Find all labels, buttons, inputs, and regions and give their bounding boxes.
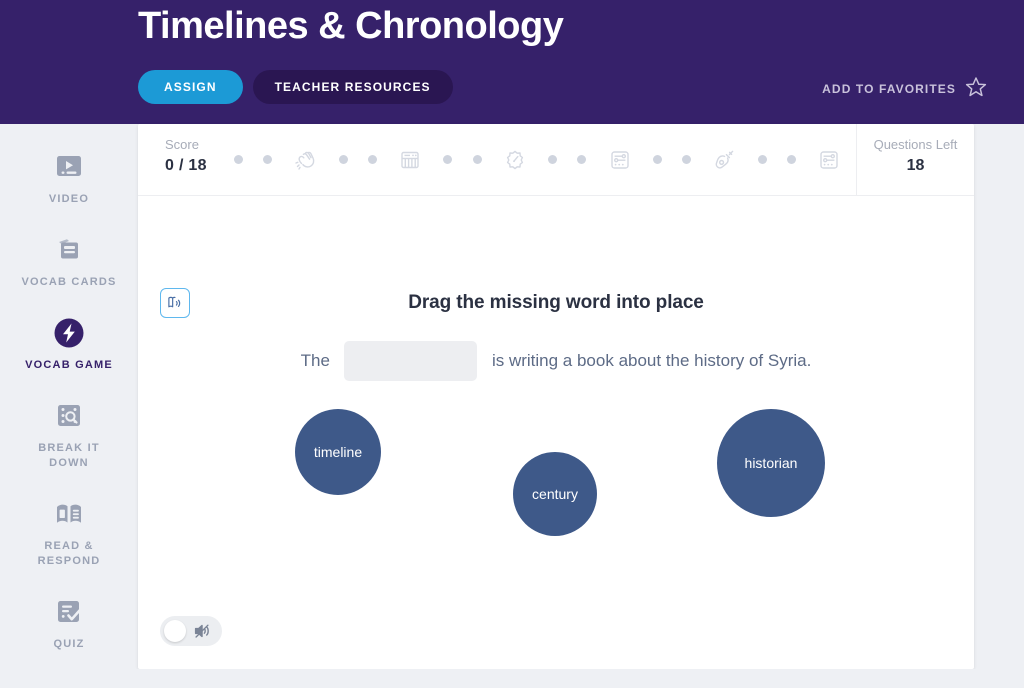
soundboard-icon <box>607 147 633 173</box>
progress-dot <box>577 155 587 164</box>
sentence-prefix: The <box>300 351 330 370</box>
guitar-icon <box>711 147 737 173</box>
progress-track <box>230 124 856 195</box>
lightning-bolt-icon <box>52 316 86 350</box>
game-body: Drag the missing word into place The is … <box>138 196 974 668</box>
questions-left-box: Questions Left 18 <box>856 124 974 195</box>
progress-dot <box>757 155 767 164</box>
assign-button[interactable]: ASSIGN <box>138 70 243 104</box>
stopwatch-icon <box>502 147 528 173</box>
video-icon <box>52 150 86 184</box>
progress-dot <box>367 155 377 164</box>
sidebar-item-break-it-down-label: BREAK IT DOWN <box>38 442 100 469</box>
page-title: Timelines & Chronology <box>138 5 564 47</box>
sidebar-item-video[interactable]: VIDEO <box>0 150 138 207</box>
sidebar-item-quiz[interactable]: QUIZ <box>0 595 138 652</box>
sidebar-item-read-and-respond-label: READ & RESPOND <box>37 540 101 567</box>
progress-dot <box>443 155 453 164</box>
star-icon <box>965 76 987 102</box>
game-prompt: Drag the missing word into place <box>408 292 704 313</box>
magnifier-grid-icon <box>52 399 86 433</box>
progress-dot <box>472 155 482 164</box>
progress-dot <box>786 155 796 164</box>
bottom-strip <box>0 669 1024 688</box>
vocab-cards-icon <box>52 233 86 267</box>
sentence-suffix: is writing a book about the history of S… <box>491 351 812 370</box>
audio-toggle[interactable] <box>160 616 222 646</box>
app-root: Timelines & Chronology ASSIGN TEACHER RE… <box>0 0 1024 688</box>
word-bubble-timeline[interactable]: timeline <box>295 409 381 495</box>
progress-dot <box>234 155 243 164</box>
progress-dot <box>263 155 273 164</box>
soundboard-icon <box>816 147 842 173</box>
word-bubble-label: century <box>532 486 578 502</box>
clapping-hands-icon <box>292 147 318 173</box>
word-bubble-historian[interactable]: historian <box>717 409 825 517</box>
progress-dot <box>548 155 558 164</box>
sidebar-item-video-label: VIDEO <box>48 193 90 205</box>
progress-dot <box>652 155 662 164</box>
sidebar-item-vocab-game-label: VOCAB GAME <box>25 359 113 371</box>
score-label: Score <box>165 137 199 152</box>
add-to-favorites-button[interactable]: ADD TO FAVORITES <box>822 76 987 102</box>
score-box: Score 0 / 18 <box>138 124 230 195</box>
sidebar-item-vocab-cards-label: VOCAB CARDS <box>21 276 117 288</box>
sidebar-item-vocab-game[interactable]: VOCAB GAME <box>0 316 138 373</box>
questions-left-label: Questions Left <box>873 137 958 152</box>
progress-dot <box>338 155 348 164</box>
sidebar-item-quiz-label: QUIZ <box>53 638 85 650</box>
toggle-knob <box>164 620 186 642</box>
teacher-resources-button[interactable]: TEACHER RESOURCES <box>252 70 453 104</box>
progress-dot <box>682 155 692 164</box>
sidebar-item-read-and-respond[interactable]: READ & RESPOND <box>0 497 138 569</box>
word-bubble-label: timeline <box>313 444 363 460</box>
sidebar-item-break-it-down[interactable]: BREAK IT DOWN <box>0 399 138 471</box>
checklist-icon <box>52 595 86 629</box>
activity-card: Score 0 / 18 Questions Left 18 Drag the … <box>138 124 974 669</box>
header-button-row: ASSIGN TEACHER RESOURCES <box>138 70 453 104</box>
keyboard-piano-icon <box>397 147 423 173</box>
speaker-mute-icon <box>192 621 212 641</box>
word-bubble-label: historian <box>744 455 798 471</box>
left-sidebar: VIDEO VOCAB CARDS VOCAB GAME BREAK IT DO… <box>0 124 138 688</box>
score-value: 0 / 18 <box>165 157 207 174</box>
add-to-favorites-label: ADD TO FAVORITES <box>822 82 956 96</box>
open-book-icon <box>52 497 86 531</box>
score-strip: Score 0 / 18 Questions Left 18 <box>138 124 974 196</box>
questions-left-value: 18 <box>906 157 925 174</box>
page-header: Timelines & Chronology ASSIGN TEACHER RE… <box>0 0 1024 124</box>
word-drop-slot[interactable] <box>343 341 477 381</box>
sidebar-item-vocab-cards[interactable]: VOCAB CARDS <box>0 233 138 290</box>
header-content: Timelines & Chronology ASSIGN TEACHER RE… <box>138 0 1024 124</box>
word-bubble-century[interactable]: century <box>513 452 597 536</box>
fill-in-sentence: The is writing a book about the history … <box>138 341 974 381</box>
